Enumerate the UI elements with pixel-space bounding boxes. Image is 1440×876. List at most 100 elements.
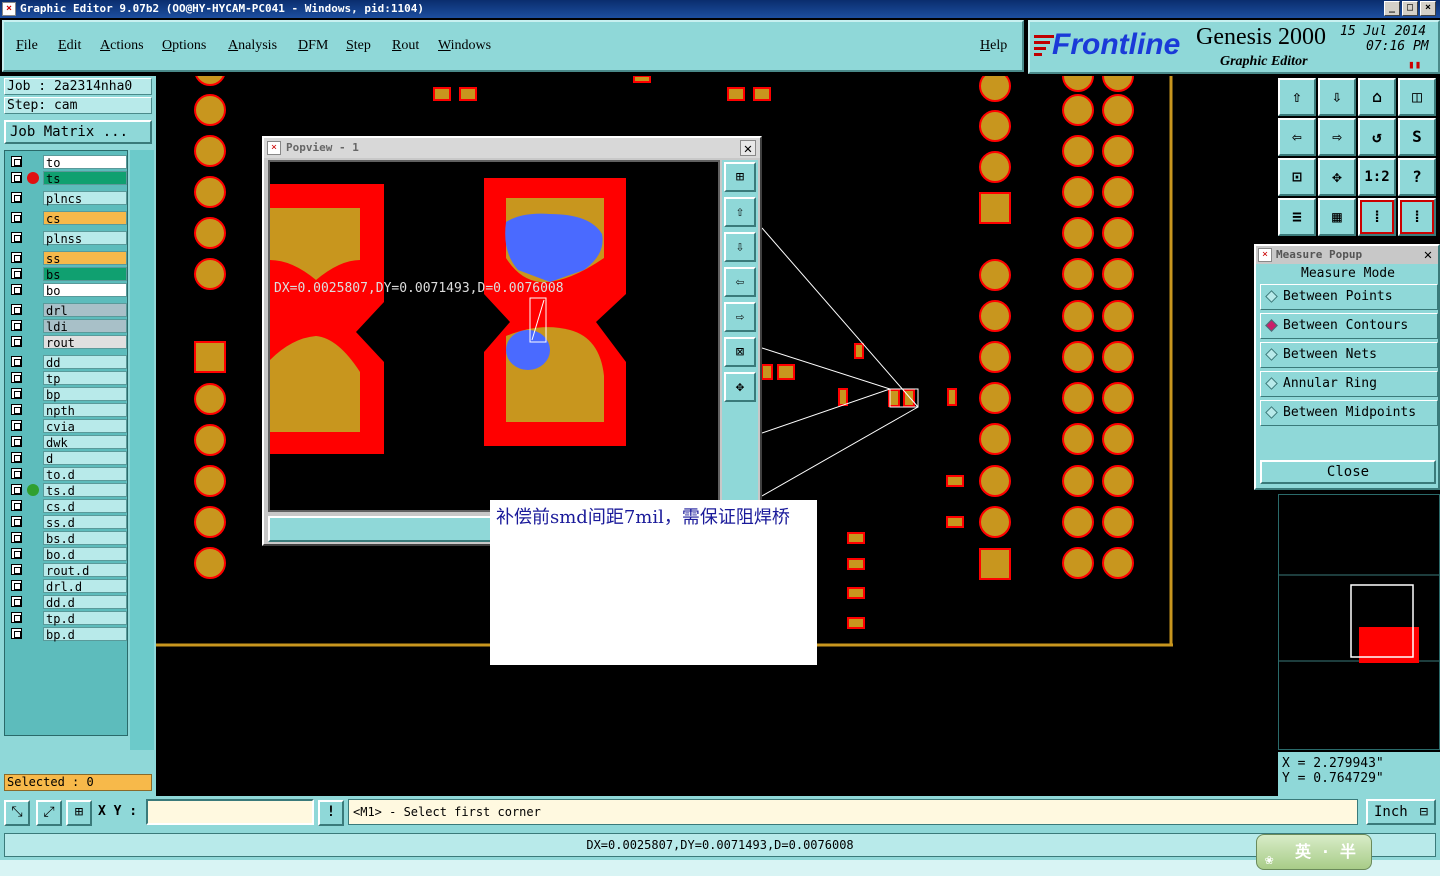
layer-checkbox[interactable] <box>11 484 22 495</box>
menu-dfm[interactable]: DFM <box>298 38 328 54</box>
popview-close-icon[interactable]: ✕ <box>740 140 756 157</box>
layer-name[interactable]: cs <box>43 211 127 226</box>
option-between-midpoints[interactable]: Between Midpoints <box>1260 400 1438 426</box>
move-left-icon[interactable]: ⇦ <box>1278 118 1316 156</box>
menu-help[interactable]: Help <box>980 38 1007 54</box>
redraw-icon[interactable]: ↺ <box>1358 118 1396 156</box>
layer-row[interactable]: bp <box>7 387 127 402</box>
layer-row[interactable]: cs <box>7 211 127 226</box>
close-window-button[interactable]: × <box>1420 1 1436 16</box>
job-matrix-button[interactable]: Job Matrix ... <box>4 120 152 144</box>
menu-step[interactable]: Step <box>346 38 371 54</box>
layer-list-scrollbar[interactable] <box>130 150 154 750</box>
layer-name[interactable]: to.d <box>43 467 127 482</box>
layer-checkbox[interactable] <box>11 548 22 559</box>
layer-checkbox[interactable] <box>11 564 22 575</box>
layer-checkbox[interactable] <box>11 268 22 279</box>
layer-name[interactable]: cs.d <box>43 499 127 514</box>
layer-row[interactable]: rout <box>7 335 127 350</box>
layer-checkbox[interactable] <box>11 596 22 607</box>
layer-name[interactable]: tp.d <box>43 611 127 626</box>
layer-name[interactable]: to <box>43 155 127 170</box>
layer-row[interactable]: to <box>7 155 127 170</box>
layer-row[interactable]: bs <box>7 267 127 282</box>
layer-row[interactable]: bp.d <box>7 627 127 642</box>
overview-map[interactable] <box>1278 494 1440 750</box>
layer-name[interactable]: ldi <box>43 319 127 334</box>
zoom-fit-icon[interactable]: ⊡ <box>1278 158 1316 196</box>
unit-selector[interactable]: Inch ⊟ <box>1366 799 1436 825</box>
ime-toolbar[interactable]: ❀ 英 · 半 简 <box>1256 834 1372 870</box>
layer-row[interactable]: dwk <box>7 435 127 450</box>
layer-name[interactable]: dwk <box>43 435 127 450</box>
layer-row[interactable]: plncs <box>7 191 127 206</box>
layer-row[interactable]: ldi <box>7 319 127 334</box>
pause-icon[interactable]: ▮▮ <box>1408 58 1421 71</box>
move-down-icon[interactable]: ⇩ <box>1318 78 1356 116</box>
layer-row[interactable]: dd <box>7 355 127 370</box>
layer-name[interactable]: bs.d <box>43 531 127 546</box>
layer-name[interactable]: plncs <box>43 191 127 206</box>
measure-close-icon[interactable]: ✕ <box>1420 247 1436 263</box>
move-right-icon[interactable]: ⇨ <box>1318 118 1356 156</box>
layer-name[interactable]: ss.d <box>43 515 127 530</box>
option-between-contours[interactable]: Between Contours <box>1260 313 1438 339</box>
split-view-icon[interactable]: ◫ <box>1398 78 1436 116</box>
layer-row[interactable]: drl <box>7 303 127 318</box>
measure-close-button[interactable]: Close <box>1260 460 1436 484</box>
layer-checkbox[interactable] <box>11 452 22 463</box>
layer-name[interactable]: tp <box>43 371 127 386</box>
popview-left-icon[interactable]: ⇦ <box>724 267 756 297</box>
menu-actions[interactable]: Actions <box>100 38 144 54</box>
layer-row[interactable]: cvia <box>7 419 127 434</box>
menu-windows[interactable]: Windows <box>438 38 491 54</box>
layer-checkbox[interactable] <box>11 532 22 543</box>
pan-icon[interactable]: S <box>1398 118 1436 156</box>
layer-checkbox[interactable] <box>11 192 22 203</box>
layer-checkbox[interactable] <box>11 172 22 183</box>
grid-icon[interactable]: ▦ <box>1318 198 1356 236</box>
popview-zoom-in-icon[interactable]: ⊠ <box>724 337 756 367</box>
layer-checkbox[interactable] <box>11 388 22 399</box>
layer-checkbox[interactable] <box>11 156 22 167</box>
layer-row[interactable]: ss <box>7 251 127 266</box>
scale-1-2-icon[interactable]: 1:2 <box>1358 158 1396 196</box>
layer-name[interactable]: drl.d <box>43 579 127 594</box>
layer-row[interactable]: cs.d <box>7 499 127 514</box>
layer-checkbox[interactable] <box>11 336 22 347</box>
layer-row[interactable]: bs.d <box>7 531 127 546</box>
layer-name[interactable]: bo.d <box>43 547 127 562</box>
popview-down-icon[interactable]: ⇩ <box>724 232 756 262</box>
layer-checkbox[interactable] <box>11 252 22 263</box>
option-between-points[interactable]: Between Points <box>1260 284 1438 310</box>
layer-row[interactable]: ts <box>7 171 127 186</box>
alert-icon[interactable]: ! <box>318 800 344 826</box>
layer-name[interactable]: cvia <box>43 419 127 434</box>
menu-analysis[interactable]: Analysis <box>228 38 277 54</box>
snap-icon[interactable]: ⤡ <box>4 800 30 826</box>
menu-edit[interactable]: Edit <box>58 38 81 54</box>
help-query-icon[interactable]: ? <box>1398 158 1436 196</box>
layer-checkbox[interactable] <box>11 212 22 223</box>
layer-checkbox[interactable] <box>11 468 22 479</box>
option-annular-ring[interactable]: Annular Ring <box>1260 371 1438 397</box>
layer-row[interactable]: dd.d <box>7 595 127 610</box>
layer-name[interactable]: ts.d <box>43 483 127 498</box>
layer-row[interactable]: drl.d <box>7 579 127 594</box>
layer-row[interactable]: ss.d <box>7 515 127 530</box>
menu-rout[interactable]: Rout <box>392 38 419 54</box>
layer-row[interactable]: plnss <box>7 231 127 246</box>
layer-name[interactable]: rout.d <box>43 563 127 578</box>
layer-checkbox[interactable] <box>11 612 22 623</box>
layer-name[interactable]: bs <box>43 267 127 282</box>
layer-name[interactable]: ss <box>43 251 127 266</box>
layer-checkbox[interactable] <box>11 500 22 511</box>
layer-name[interactable]: dd <box>43 355 127 370</box>
layer-name[interactable]: bp <box>43 387 127 402</box>
layer-checkbox[interactable] <box>11 420 22 431</box>
layer-name[interactable]: ts <box>43 171 127 186</box>
layer-name[interactable]: d <box>43 451 127 466</box>
snap-grid-icon[interactable]: ⊞ <box>66 800 92 826</box>
layer-checkbox[interactable] <box>11 516 22 527</box>
move-up-icon[interactable]: ⇧ <box>1278 78 1316 116</box>
